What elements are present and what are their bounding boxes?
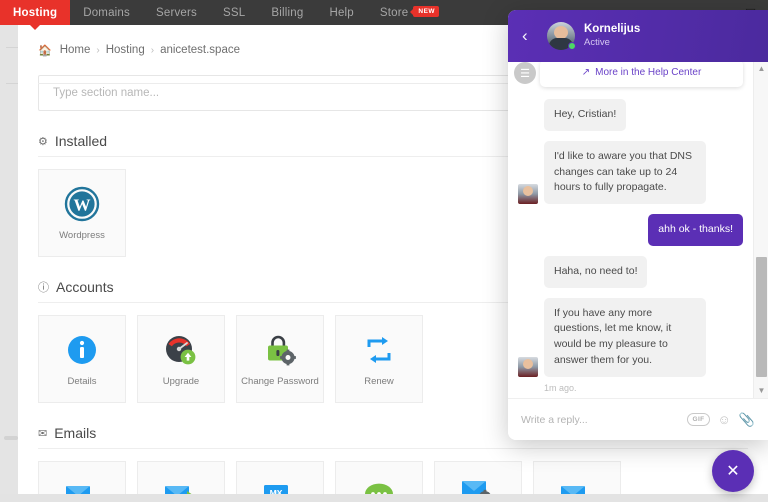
message-avatar-placeholder xyxy=(518,268,538,288)
chat-scroll-area: ☰ ↗ More in the Help Center Hey, Cristia… xyxy=(508,62,753,398)
card-upgrade[interactable]: Upgrade xyxy=(137,315,225,403)
info-badge-icon xyxy=(66,330,98,370)
chat-agent-name: Kornelijus xyxy=(584,23,641,36)
card-change-password[interactable]: Change Password xyxy=(236,315,324,403)
breadcrumb-separator-2: › xyxy=(150,44,155,56)
nav-label-billing: Billing xyxy=(271,6,304,19)
gutter-handle[interactable] xyxy=(4,436,18,440)
breadcrumb-home[interactable]: Home xyxy=(60,44,91,56)
scrollbar-thumb[interactable] xyxy=(756,257,767,377)
gif-icon[interactable]: GIF xyxy=(687,413,710,426)
chat-message: If you have any more questions, let me k… xyxy=(518,297,743,377)
nav-label-store: Store xyxy=(379,6,409,19)
article-icon: ☰ xyxy=(514,62,536,84)
section-label-installed: Installed xyxy=(54,133,108,149)
section-divider-emails xyxy=(38,448,748,449)
emoji-icon[interactable]: ☺ xyxy=(718,412,731,427)
nav-item-domains[interactable]: Domains xyxy=(70,0,143,25)
chat-message: Hey, Cristian! xyxy=(518,99,743,131)
card-label-details: Details xyxy=(67,376,97,388)
nav-label-hosting: Hosting xyxy=(13,6,58,19)
scroll-up-arrow-icon[interactable]: ▲ xyxy=(754,62,768,76)
nav-item-store[interactable]: Store NEW xyxy=(367,0,452,25)
breadcrumb-separator-1: › xyxy=(96,44,100,56)
chat-bubble-agent-3: Haha, no need to! xyxy=(544,255,648,288)
chat-message-list: ☰ ↗ More in the Help Center Hey, Cristia… xyxy=(508,62,768,398)
chat-bubble-agent-1: Hey, Cristian! xyxy=(544,99,627,131)
chat-agent-status: Active xyxy=(584,37,610,49)
nav-item-hosting[interactable]: Hosting xyxy=(0,0,71,25)
store-new-badge: NEW xyxy=(413,6,440,17)
nav-item-servers[interactable]: Servers xyxy=(143,0,210,25)
chat-bubble-user-1: ahh ok - thanks! xyxy=(648,214,743,246)
chat-scrollbar[interactable]: ▲ ▼ xyxy=(753,62,768,398)
nav-item-billing[interactable]: Billing xyxy=(258,0,316,25)
chat-reply-bar: Write a reply... GIF ☺ 📎 xyxy=(508,398,768,440)
chat-close-button[interactable]: ✕ xyxy=(712,450,754,492)
nav-item-ssl[interactable]: SSL xyxy=(210,0,258,25)
chat-timestamp: 1m ago. xyxy=(544,382,577,393)
chat-bubble-agent-4: If you have any more questions, let me k… xyxy=(544,297,706,377)
online-status-dot xyxy=(568,42,576,50)
svg-text:W: W xyxy=(74,196,91,215)
bottom-strip xyxy=(0,494,768,502)
chat-message: I'd like to aware you that DNS changes c… xyxy=(518,140,743,204)
section-label-emails: Emails xyxy=(54,425,97,441)
app-window: Hosting Domains Servers SSL Billing Help… xyxy=(0,0,768,502)
external-link-icon: ↗ xyxy=(581,67,591,78)
chat-widget: ‹ Kornelijus Active ☰ ↗ More in the Help… xyxy=(508,10,768,440)
reply-input[interactable]: Write a reply... xyxy=(521,414,679,426)
card-label-upgrade: Upgrade xyxy=(162,376,200,388)
home-icon: 🏠 xyxy=(38,44,52,57)
refresh-arrows-icon xyxy=(363,330,395,370)
cogs-icon: ⚙ xyxy=(38,135,48,148)
help-center-link[interactable]: ↗ More in the Help Center xyxy=(582,67,702,78)
help-center-card[interactable]: ↗ More in the Help Center xyxy=(540,62,743,87)
agent-avatar xyxy=(547,22,576,50)
nav-label-ssl: SSL xyxy=(223,6,246,19)
chat-message: ahh ok - thanks! xyxy=(518,214,743,246)
help-center-link-label: More in the Help Center xyxy=(595,67,702,78)
nav-label-servers: Servers xyxy=(155,6,198,19)
chat-header: ‹ Kornelijus Active xyxy=(508,10,768,62)
card-label-wordpress: Wordpress xyxy=(59,230,105,242)
nav-item-help[interactable]: Help xyxy=(316,0,366,25)
chat-bubble-agent-2: I'd like to aware you that DNS changes c… xyxy=(544,140,706,204)
chat-message: Haha, no need to! xyxy=(518,255,743,288)
gauge-upgrade-icon xyxy=(164,330,198,370)
breadcrumb-domain[interactable]: anicetest.space xyxy=(160,44,240,56)
message-avatar-placeholder xyxy=(518,111,538,131)
lock-gear-icon xyxy=(263,330,297,370)
section-label-accounts: Accounts xyxy=(56,279,114,295)
envelope-icon: ✉ xyxy=(38,427,48,440)
message-avatar xyxy=(518,356,538,377)
search-placeholder: Type section name... xyxy=(53,87,160,99)
left-gutter xyxy=(0,25,18,502)
card-label-change-password: Change Password xyxy=(241,376,319,388)
wordpress-icon: W xyxy=(64,184,100,224)
card-details[interactable]: Details xyxy=(38,315,126,403)
message-avatar xyxy=(518,184,538,204)
scroll-down-arrow-icon[interactable]: ▼ xyxy=(754,384,768,398)
card-label-renew: Renew xyxy=(364,376,394,388)
card-renew[interactable]: Renew xyxy=(335,315,423,403)
info-circle-icon: ⓘ xyxy=(38,282,49,294)
card-wordpress[interactable]: W Wordpress xyxy=(38,169,126,257)
nav-label-help: Help xyxy=(329,6,354,19)
attachment-icon[interactable]: 📎 xyxy=(739,412,755,428)
chevron-left-icon[interactable]: ‹ xyxy=(522,26,538,46)
nav-label-domains: Domains xyxy=(83,6,130,19)
breadcrumb-hosting[interactable]: Hosting xyxy=(106,44,145,56)
